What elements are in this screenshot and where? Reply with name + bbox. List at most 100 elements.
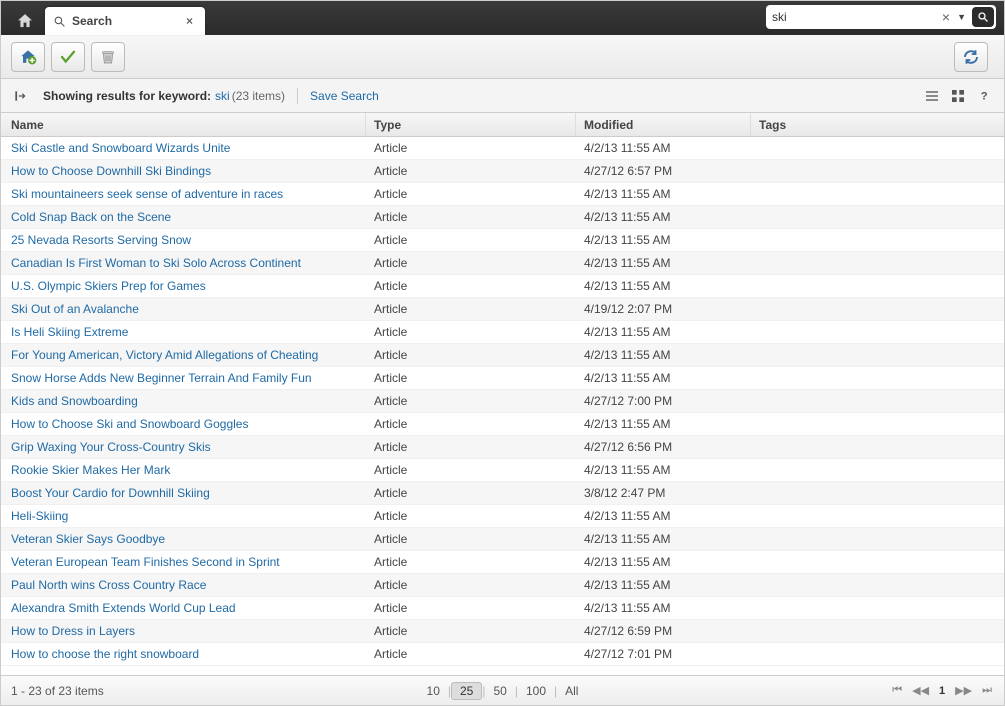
item-link[interactable]: Boost Your Cardio for Downhill Skiing bbox=[11, 486, 210, 500]
tab-search[interactable]: Search × bbox=[45, 7, 205, 35]
item-link[interactable]: Grip Waxing Your Cross-Country Skis bbox=[11, 440, 211, 454]
collapse-icon[interactable] bbox=[11, 87, 29, 105]
item-link[interactable]: Ski Out of an Avalanche bbox=[11, 302, 139, 316]
item-link[interactable]: Paul North wins Cross Country Race bbox=[11, 578, 206, 592]
home-button[interactable] bbox=[7, 7, 43, 35]
results-count: (23 items) bbox=[232, 89, 285, 103]
item-modified: 4/2/13 11:55 AM bbox=[576, 256, 751, 270]
list-view-icon[interactable] bbox=[922, 86, 942, 106]
search-icon bbox=[53, 15, 66, 28]
item-link[interactable]: Ski mountaineers seek sense of adventure… bbox=[11, 187, 283, 201]
results-summary-bar: Showing results for keyword: ski (23 ite… bbox=[1, 79, 1004, 113]
item-type: Article bbox=[366, 302, 576, 316]
tab-label: Search bbox=[72, 14, 182, 28]
page-size-100[interactable]: 100 bbox=[518, 684, 554, 698]
item-type: Article bbox=[366, 371, 576, 385]
item-type: Article bbox=[366, 348, 576, 362]
item-link[interactable]: Veteran Skier Says Goodbye bbox=[11, 532, 165, 546]
item-modified: 4/27/12 6:59 PM bbox=[576, 624, 751, 638]
item-type: Article bbox=[366, 394, 576, 408]
item-modified: 4/27/12 7:01 PM bbox=[576, 647, 751, 661]
item-type: Article bbox=[366, 187, 576, 201]
item-modified: 3/8/12 2:47 PM bbox=[576, 486, 751, 500]
item-link[interactable]: Is Heli Skiing Extreme bbox=[11, 325, 128, 339]
item-link[interactable]: Alexandra Smith Extends World Cup Lead bbox=[11, 601, 236, 615]
item-link[interactable]: Rookie Skier Makes Her Mark bbox=[11, 463, 170, 477]
global-search: × ▼ bbox=[766, 5, 996, 29]
magnify-icon bbox=[977, 11, 989, 23]
approve-button[interactable] bbox=[51, 42, 85, 72]
refresh-button[interactable] bbox=[954, 42, 988, 72]
col-tags[interactable]: Tags bbox=[751, 113, 1004, 136]
clear-icon[interactable]: × bbox=[939, 9, 953, 25]
item-type: Article bbox=[366, 601, 576, 615]
item-type: Article bbox=[366, 164, 576, 178]
item-type: Article bbox=[366, 279, 576, 293]
toolbar bbox=[1, 35, 1004, 79]
item-link[interactable]: For Young American, Victory Amid Allegat… bbox=[11, 348, 318, 362]
first-page-icon[interactable]: ⏮ bbox=[890, 684, 904, 697]
item-modified: 4/2/13 11:55 AM bbox=[576, 555, 751, 569]
item-link[interactable]: U.S. Olympic Skiers Prep for Games bbox=[11, 279, 206, 293]
item-link[interactable]: Snow Horse Adds New Beginner Terrain And… bbox=[11, 371, 312, 385]
item-link[interactable]: Cold Snap Back on the Scene bbox=[11, 210, 171, 224]
table-row: Ski Out of an AvalancheArticle4/19/12 2:… bbox=[1, 298, 1004, 321]
table-row: Canadian Is First Woman to Ski Solo Acro… bbox=[1, 252, 1004, 275]
item-type: Article bbox=[366, 555, 576, 569]
add-button[interactable] bbox=[11, 42, 45, 72]
table-row: Boost Your Cardio for Downhill SkiingArt… bbox=[1, 482, 1004, 505]
item-type: Article bbox=[366, 233, 576, 247]
item-link[interactable]: Heli-Skiing bbox=[11, 509, 68, 523]
table-row: How to Choose Downhill Ski Bindings Artic… bbox=[1, 160, 1004, 183]
save-search-link[interactable]: Save Search bbox=[310, 89, 379, 103]
item-type: Article bbox=[366, 325, 576, 339]
last-page-icon[interactable]: ⏭ bbox=[980, 684, 994, 697]
table-row: Paul North wins Cross Country RaceArticl… bbox=[1, 574, 1004, 597]
search-dropdown-icon[interactable]: ▼ bbox=[953, 12, 970, 22]
item-link[interactable]: Veteran European Team Finishes Second in… bbox=[11, 555, 280, 569]
item-modified: 4/27/12 6:57 PM bbox=[576, 164, 751, 178]
item-link[interactable]: How to choose the right snowboard bbox=[11, 647, 199, 661]
close-icon[interactable]: × bbox=[182, 14, 197, 28]
item-type: Article bbox=[366, 210, 576, 224]
help-icon[interactable]: ? bbox=[974, 86, 994, 106]
item-link[interactable]: How to Choose Downhill Ski Bindings bbox=[11, 164, 211, 178]
home-icon bbox=[16, 12, 34, 30]
item-link[interactable]: How to Dress in Layers bbox=[11, 624, 135, 638]
svg-text:?: ? bbox=[980, 90, 987, 102]
next-page-icon[interactable]: ▶▶ bbox=[953, 684, 974, 697]
table-row: Rookie Skier Makes Her MarkArticle4/2/13… bbox=[1, 459, 1004, 482]
item-modified: 4/2/13 11:55 AM bbox=[576, 279, 751, 293]
col-name[interactable]: Name bbox=[1, 113, 366, 136]
prev-page-icon[interactable]: ◀◀ bbox=[910, 684, 931, 697]
table-row: Grip Waxing Your Cross-Country SkisArtic… bbox=[1, 436, 1004, 459]
item-modified: 4/2/13 11:55 AM bbox=[576, 463, 751, 477]
item-modified: 4/2/13 11:55 AM bbox=[576, 210, 751, 224]
item-link[interactable]: How to Choose Ski and Snowboard Goggles bbox=[11, 417, 248, 431]
item-type: Article bbox=[366, 417, 576, 431]
item-modified: 4/27/12 7:00 PM bbox=[576, 394, 751, 408]
page-size-10[interactable]: 10 bbox=[419, 684, 448, 698]
page-size-25[interactable]: 25 bbox=[451, 682, 482, 700]
col-type[interactable]: Type bbox=[366, 113, 576, 136]
item-modified: 4/2/13 11:55 AM bbox=[576, 371, 751, 385]
item-type: Article bbox=[366, 509, 576, 523]
table-row: Alexandra Smith Extends World Cup Lead Ar… bbox=[1, 597, 1004, 620]
item-link[interactable]: Kids and Snowboarding bbox=[11, 394, 138, 408]
grid-view-icon[interactable] bbox=[948, 86, 968, 106]
delete-button[interactable] bbox=[91, 42, 125, 72]
item-link[interactable]: Canadian Is First Woman to Ski Solo Acro… bbox=[11, 256, 301, 270]
col-modified[interactable]: Modified bbox=[576, 113, 751, 136]
item-link[interactable]: Ski Castle and Snowboard Wizards Unite bbox=[11, 141, 230, 155]
item-modified: 4/2/13 11:55 AM bbox=[576, 187, 751, 201]
results-label: Showing results for keyword: bbox=[43, 89, 211, 103]
item-link[interactable]: 25 Nevada Resorts Serving Snow bbox=[11, 233, 191, 247]
item-modified: 4/2/13 11:55 AM bbox=[576, 532, 751, 546]
table-body: Ski Castle and Snowboard Wizards Unite Ar… bbox=[1, 137, 1004, 667]
page-size-All[interactable]: All bbox=[557, 684, 586, 698]
results-keyword: ski bbox=[215, 89, 230, 103]
item-modified: 4/2/13 11:55 AM bbox=[576, 578, 751, 592]
search-input[interactable] bbox=[772, 10, 939, 24]
page-size-50[interactable]: 50 bbox=[485, 684, 514, 698]
search-button[interactable] bbox=[972, 7, 994, 27]
